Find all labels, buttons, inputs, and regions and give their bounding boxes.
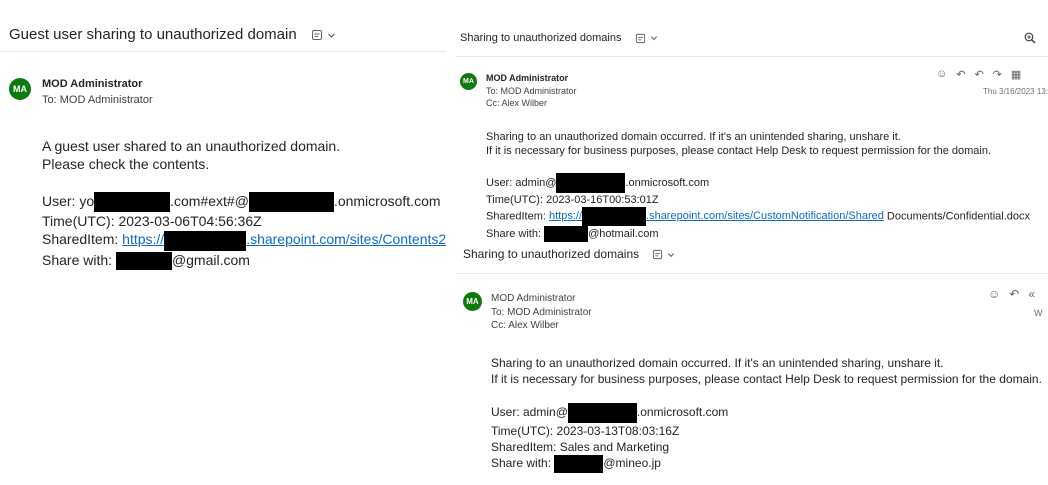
emoji-icon[interactable]: ☺ <box>988 287 1000 301</box>
right1-user-suffix: .onmicrosoft.com <box>625 176 710 189</box>
right2-avatar-initials: MA <box>466 297 479 306</box>
right2-user-suffix: .onmicrosoft.com <box>636 405 729 420</box>
right1-to-line: To: MOD Administrator <box>486 86 577 96</box>
left-user-suffix: .onmicrosoft.com <box>333 193 441 209</box>
zoom-icon[interactable] <box>1024 32 1036 44</box>
right1-share-with-suffix: @hotmail.com <box>588 227 659 240</box>
right1-body-line2: If it is necessary for business purposes… <box>486 145 992 157</box>
right1-body-line1: Sharing to an unauthorized domain occurr… <box>486 131 901 143</box>
left-user-prefix: User: yo <box>42 193 95 209</box>
right1-avatar-initials: MA <box>463 78 474 85</box>
right1-subject-divider <box>456 56 1048 57</box>
reply-all-icon[interactable]: ↶ <box>974 68 983 81</box>
forward-icon[interactable]: ↷ <box>993 68 1002 81</box>
left-user-mid: .com#ext#@ <box>170 193 249 209</box>
right2-body-line1: Sharing to an unauthorized domain occurr… <box>491 356 944 370</box>
right1-shared-link[interactable]: https:// .sharepoint.com/sites/CustomNoti… <box>548 207 884 226</box>
right1-user-prefix: User: admin@ <box>486 176 557 189</box>
right1-email-subject: Sharing to unauthorized domains <box>460 32 658 44</box>
right2-share-with-line: Share with: @mineo.jp <box>491 455 1042 473</box>
redaction-block <box>164 230 247 251</box>
right1-subject-text: Sharing to unauthorized domains <box>460 32 622 44</box>
redaction-block <box>94 192 171 213</box>
left-shared-line: SharedItem: https:// .sharepoint.com/site… <box>42 230 447 251</box>
chevron-down-icon[interactable] <box>667 251 675 259</box>
redaction-block <box>582 207 647 226</box>
right1-cc-line: Cc: Alex Wilber <box>486 98 548 108</box>
left-subject-text: Guest user sharing to unauthorized domai… <box>9 26 297 43</box>
redaction-block <box>115 251 172 270</box>
left-to-line: To: MOD Administrator <box>42 94 153 106</box>
right1-time-line: Time(UTC): 2023-03-16T00:53:01Z <box>486 194 659 206</box>
left-share-with-line: Share with: @gmail.com <box>42 251 446 270</box>
redaction-block <box>556 173 626 193</box>
right1-shared-line: SharedItem: https:// .sharepoint.com/site… <box>486 207 1030 226</box>
right2-email-body: Sharing to an unauthorized domain occurr… <box>491 355 1042 473</box>
summary-icon[interactable] <box>311 29 323 41</box>
right2-avatar[interactable]: MA <box>463 292 482 311</box>
right1-link-start: https:// <box>548 210 583 223</box>
left-avatar-initials: MA <box>13 84 27 94</box>
right1-email-body: Sharing to an unauthorized domain occurr… <box>486 130 1030 242</box>
right2-toolbar: ☺ ↶ « <box>988 287 1035 301</box>
redaction-block <box>567 403 637 423</box>
left-avatar[interactable]: MA <box>9 78 31 100</box>
left-link-end: .sharepoint.com/sites/Contents2 <box>246 231 447 248</box>
right2-subject-text: Sharing to unauthorized domains <box>463 247 640 261</box>
right2-date: W <box>1034 308 1043 318</box>
right2-to-line: To: MOD Administrator <box>491 307 592 318</box>
left-body-line2: Please check the contents. <box>42 156 210 172</box>
right1-share-with-line: Share with: @hotmail.com <box>486 226 1030 242</box>
right1-avatar[interactable]: MA <box>460 73 477 90</box>
chevron-down-icon[interactable] <box>650 34 658 42</box>
reply-icon[interactable]: ↶ <box>956 68 965 81</box>
apps-icon[interactable]: ▦ <box>1011 68 1021 81</box>
left-link-start: https:// <box>122 231 165 248</box>
right1-user-line: User: admin@ .onmicrosoft.com <box>486 173 1030 193</box>
summary-icon[interactable] <box>635 33 646 44</box>
right2-cc-line: Cc: Alex Wilber <box>491 320 559 331</box>
left-user-line: User: yo .com#ext#@ .onmicrosoft.com <box>42 192 446 213</box>
right1-toolbar: ☺ ↶ ↶ ↷ ▦ <box>936 68 1021 81</box>
right2-share-with-suffix: @mineo.jp <box>603 456 661 471</box>
left-shared-link[interactable]: https:// .sharepoint.com/sites/Contents2 <box>122 230 447 251</box>
right2-sender-name[interactable]: MOD Administrator <box>491 293 575 304</box>
left-email-body: A guest user shared to an unauthorized d… <box>42 137 446 270</box>
left-shared-prefix: SharedItem: <box>42 231 123 248</box>
chevron-down-icon[interactable] <box>327 31 336 40</box>
right2-time-line: Time(UTC): 2023-03-13T08:03:16Z <box>491 424 680 438</box>
right2-body-line2: If it is necessary for business purposes… <box>491 372 1042 386</box>
right2-share-with-prefix: Share with: <box>491 456 555 471</box>
left-time-line: Time(UTC): 2023-03-06T04:56:36Z <box>42 213 262 230</box>
left-sender-name[interactable]: MOD Administrator <box>42 78 142 90</box>
redaction-block <box>554 455 604 473</box>
right1-shared-prefix: SharedItem: <box>486 210 549 223</box>
left-share-with-suffix: @gmail.com <box>171 251 250 268</box>
right1-link-end: .sharepoint.com/sites/CustomNotification… <box>646 210 884 223</box>
right1-date: Thu 3/16/2023 13: <box>983 87 1048 96</box>
emoji-icon[interactable]: ☺ <box>936 68 947 81</box>
summary-icon[interactable] <box>652 249 663 260</box>
right2-subject-divider <box>456 273 1048 274</box>
reply-icon[interactable]: ↶ <box>1009 287 1019 301</box>
right1-sender-name[interactable]: MOD Administrator <box>486 73 568 83</box>
right1-share-with-prefix: Share with: <box>486 227 545 240</box>
left-body-line1: A guest user shared to an unauthorized d… <box>42 138 341 154</box>
right2-user-prefix: User: admin@ <box>491 405 568 420</box>
reply-all-icon[interactable]: « <box>1028 287 1035 301</box>
left-subject-divider <box>0 51 446 52</box>
right2-email-subject: Sharing to unauthorized domains <box>463 247 675 261</box>
right2-shared-line: SharedItem: Sales and Marketing <box>491 440 670 454</box>
right1-shared-suffix: Documents/Confidential.docx <box>883 210 1030 223</box>
redaction-block <box>248 192 334 213</box>
redaction-block <box>544 226 589 242</box>
left-share-with-prefix: Share with: <box>42 251 116 268</box>
right2-user-line: User: admin@ .onmicrosoft.com <box>491 403 1042 423</box>
left-email-subject: Guest user sharing to unauthorized domai… <box>9 26 336 43</box>
